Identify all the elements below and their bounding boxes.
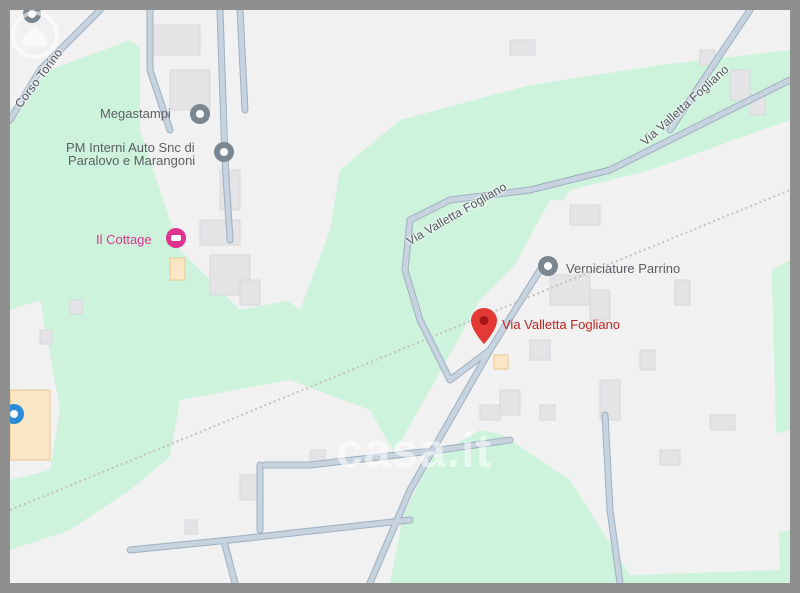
pm-interni-poi-icon[interactable]: [214, 142, 234, 162]
map-canvas[interactable]: Corso Torino Via Valletta Fogliano Via V…: [10, 10, 790, 583]
watermark-text: casa.it: [336, 425, 493, 478]
watermark-house-icon: [11, 11, 59, 59]
poi-label-verniciature-parrino[interactable]: Verniciature Parrino: [566, 261, 680, 276]
megastampi-poi-icon[interactable]: [190, 104, 210, 124]
verniciature-poi-icon[interactable]: [538, 256, 558, 276]
location-pin-icon[interactable]: [471, 308, 497, 344]
hotel-poi-icon[interactable]: [166, 228, 186, 248]
poi-label-megastampi[interactable]: Megastampi: [100, 106, 171, 121]
map-frame: Corso Torino Via Valletta Fogliano Via V…: [0, 0, 800, 593]
poi-label-il-cottage[interactable]: Il Cottage: [96, 232, 152, 247]
pin-label[interactable]: Via Valletta Fogliano: [502, 317, 620, 332]
map-base-layer: [10, 10, 790, 583]
poi-label-pm-interni-line2[interactable]: Paralovo e Marangoni: [68, 153, 195, 168]
